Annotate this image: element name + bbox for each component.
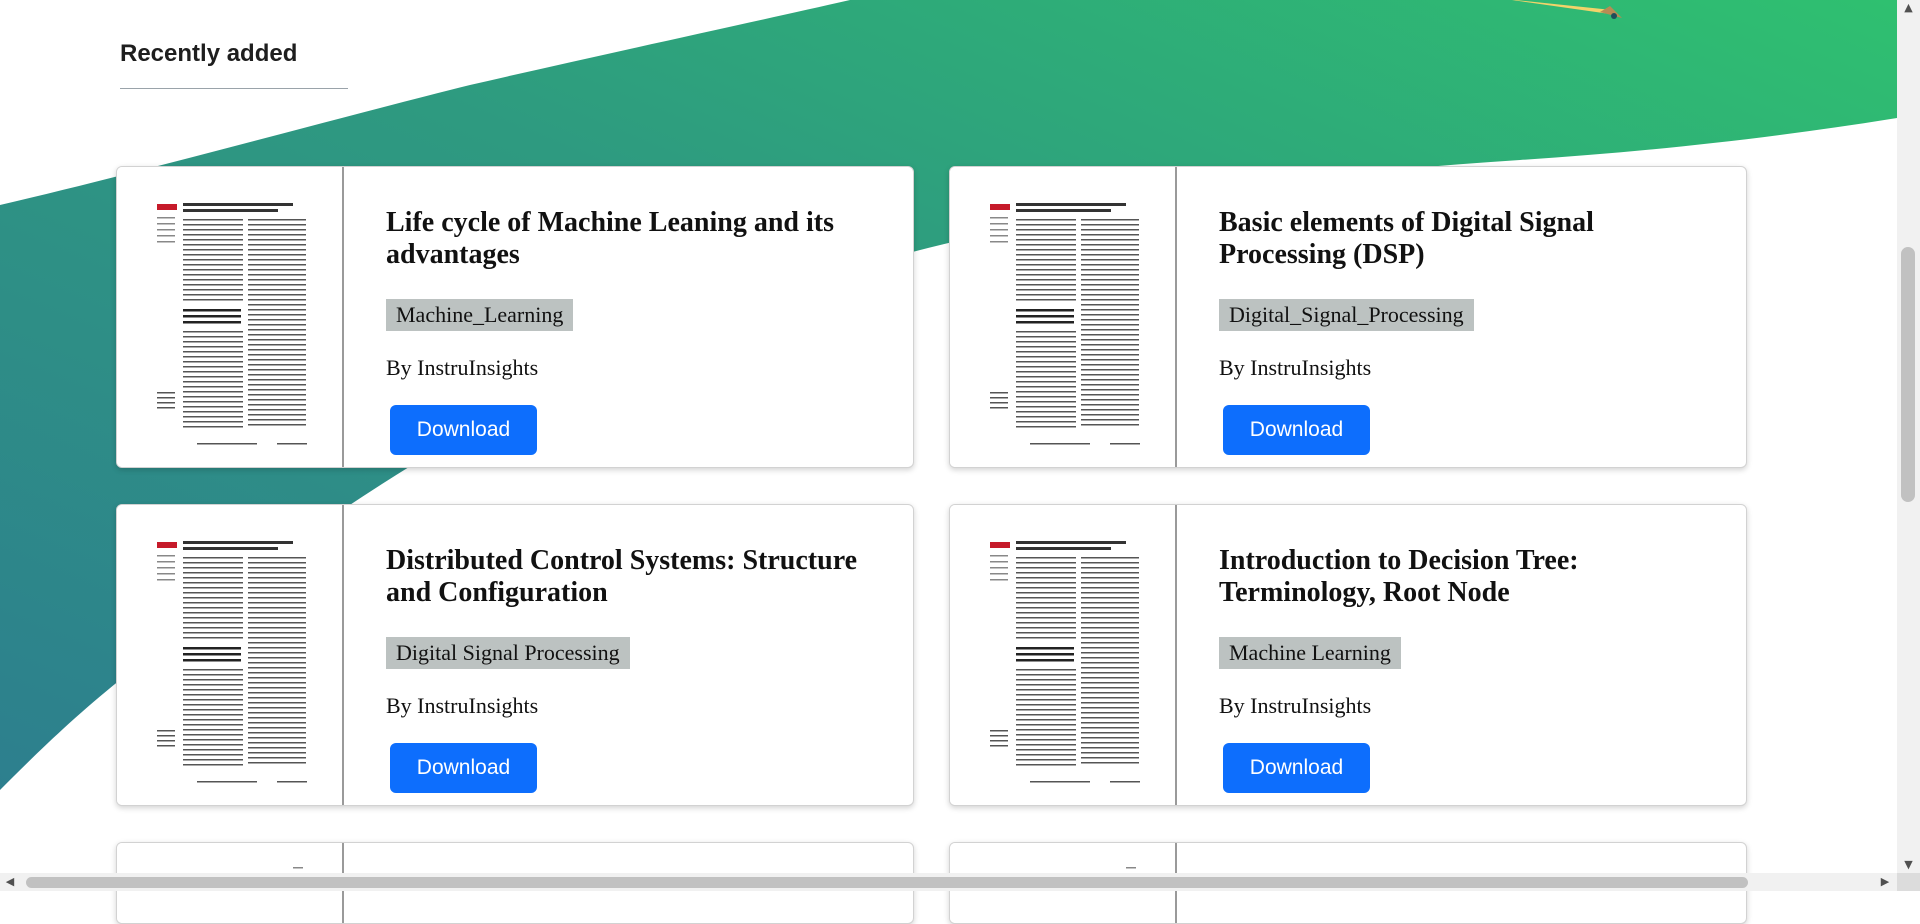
triangle-right-icon[interactable]: ▶ [1877,873,1893,891]
category-tag[interactable]: Machine Learning [1219,637,1401,669]
triangle-left-icon[interactable]: ◀ [2,873,18,891]
category-tag[interactable]: Digital Signal Processing [386,637,630,669]
scrollbar-corner [1897,873,1920,891]
document-thumbnail [950,167,1177,467]
document-card[interactable]: Life cycle of Machine Leaning and its ad… [116,166,914,468]
triangle-up-icon[interactable]: ▲ [1897,0,1920,16]
card-body: Basic elements of Digital Signal Process… [1177,167,1746,467]
category-tag[interactable]: Machine_Learning [386,299,574,331]
download-button[interactable]: Download [1223,743,1370,793]
card-author: By InstruInsights [386,693,539,718]
download-button[interactable]: Download [1223,405,1370,455]
section-title: Recently added [120,40,298,67]
card-author: By InstruInsights [386,355,539,380]
card-title[interactable]: Distributed Control Systems: Structure a… [386,545,893,609]
card-author: By InstruInsights [1219,355,1372,380]
document-thumbnail [117,167,344,467]
title-underline [120,88,348,89]
card-body: Life cycle of Machine Leaning and its ad… [344,167,913,467]
category-tag[interactable]: Digital_Signal_Processing [1219,299,1474,331]
horizontal-scroll-thumb[interactable] [26,877,1748,888]
download-button[interactable]: Download [390,743,537,793]
download-button[interactable]: Download [390,405,537,455]
document-card[interactable]: Distributed Control Systems: Structure a… [116,504,914,806]
card-title[interactable]: Life cycle of Machine Leaning and its ad… [386,207,893,271]
vertical-scroll-thumb[interactable] [1901,247,1915,502]
card-body: Introduction to Decision Tree: Terminolo… [1177,505,1746,805]
triangle-down-icon[interactable]: ▼ [1897,857,1920,873]
card-title[interactable]: Basic elements of Digital Signal Process… [1219,207,1726,271]
horizontal-scrollbar[interactable]: ◀ ▶ [0,873,1897,891]
vertical-scrollbar[interactable]: ▲ ▼ [1897,0,1920,873]
document-card[interactable]: Basic elements of Digital Signal Process… [949,166,1747,468]
document-thumbnail [950,505,1177,805]
card-body: Distributed Control Systems: Structure a… [344,505,913,805]
document-card[interactable]: Introduction to Decision Tree: Terminolo… [949,504,1747,806]
document-thumbnail [117,505,344,805]
card-author: By InstruInsights [1219,693,1372,718]
card-title[interactable]: Introduction to Decision Tree: Terminolo… [1219,545,1726,609]
